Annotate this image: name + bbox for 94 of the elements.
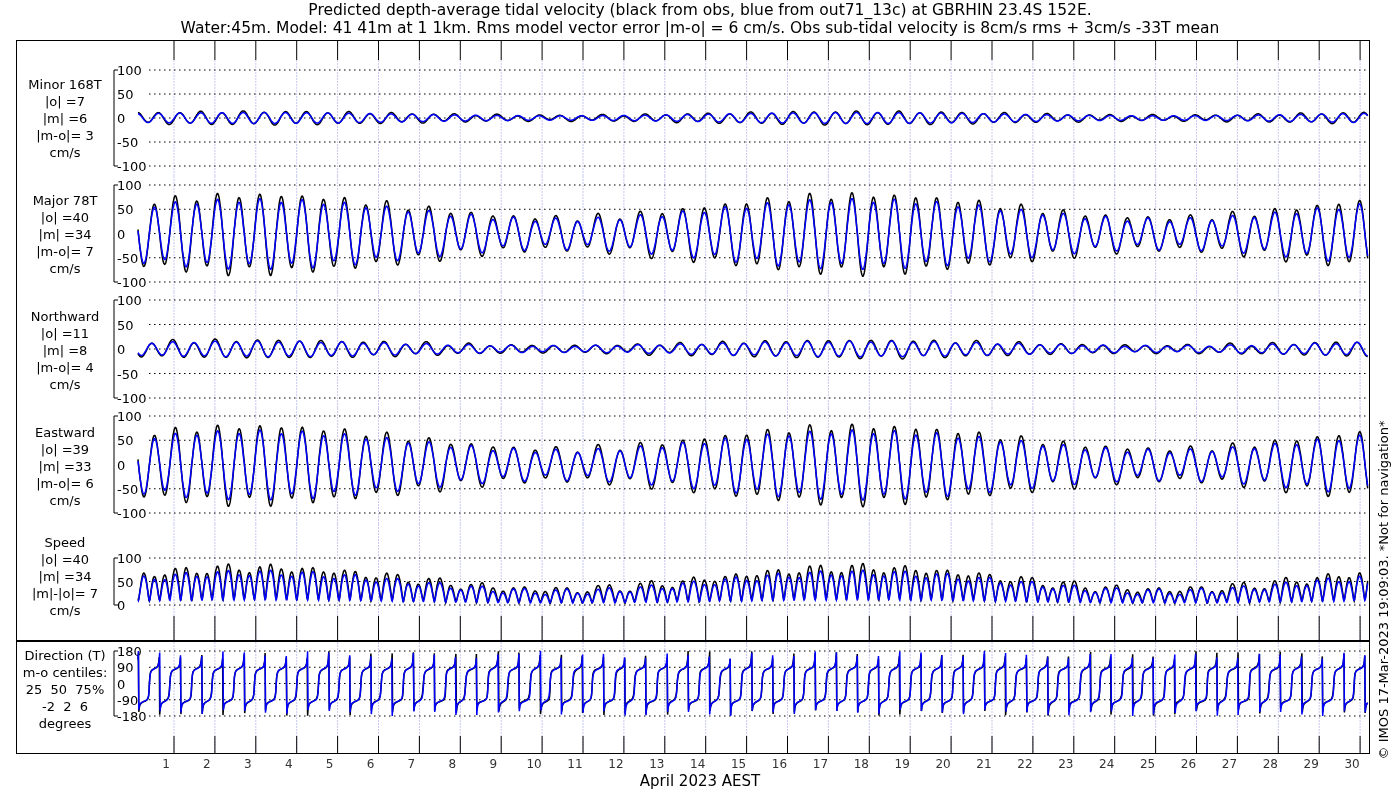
copyright-notice: © IMOS 17-Mar-2023 19:09:03. *Not for navigation* xyxy=(1375,420,1391,760)
y-tick-label: 50 xyxy=(117,87,134,102)
panel-label: Major 78T xyxy=(32,191,98,209)
panel-label: cm/s xyxy=(49,601,81,619)
panel-label: |o| =7 xyxy=(45,92,85,110)
panel-label: |m| =34 xyxy=(38,567,92,585)
y-tick-label: -50 xyxy=(117,250,139,266)
day-label: 12 xyxy=(608,757,624,771)
day-label: 28 xyxy=(1262,757,1278,771)
day-label: 11 xyxy=(567,757,583,771)
day-label: 6 xyxy=(366,757,375,771)
panel-label: cm/s xyxy=(49,143,81,161)
day-label: 24 xyxy=(1099,757,1115,771)
y-tick-label: 0 xyxy=(117,342,126,357)
y-tick-label: 0 xyxy=(117,457,126,473)
day-label: 26 xyxy=(1180,757,1197,771)
panel-label: |m-o|= 3 xyxy=(36,126,94,144)
day-label: 27 xyxy=(1221,757,1238,771)
y-axis-bracket xyxy=(113,557,119,606)
day-label: 20 xyxy=(935,757,951,771)
chart-title: Water:45m. Model: 41 41m at 1 1km. Rms model vector error |m-o| = 6 cm/s. Obs sub-tidal velocity is 8cm/s rms + 3cm/s -33T mean xyxy=(180,19,1220,37)
panel-label: -2 2 6 xyxy=(41,698,88,715)
day-label: 9 xyxy=(489,757,497,771)
day-label: 10 xyxy=(526,757,542,771)
panel-label: |m-o|= 7 xyxy=(36,242,94,260)
day-label: 21 xyxy=(976,757,992,771)
panel-label: |o| =40 xyxy=(40,208,90,226)
panel-label: |m| =8 xyxy=(42,341,88,359)
y-tick-label: 100 xyxy=(117,293,142,308)
y-tick-label: 90 xyxy=(117,660,134,676)
panel-label: |m-o|= 4 xyxy=(36,358,94,376)
y-tick-label: -90 xyxy=(117,692,139,708)
day-label: 16 xyxy=(771,757,788,771)
day-label: 30 xyxy=(1344,757,1360,771)
axis-title: April 2023 AEST xyxy=(638,772,762,790)
y-tick-label: -180 xyxy=(117,709,147,724)
y-tick-label: 50 xyxy=(117,433,134,449)
day-label: 4 xyxy=(284,757,293,771)
y-tick-label: 100 xyxy=(117,63,142,78)
panel-label: |m|-|o|= 7 xyxy=(31,584,99,602)
panel-label: |o| =40 xyxy=(40,550,90,568)
panel-label: 25 50 75% xyxy=(25,681,105,698)
day-label: 13 xyxy=(649,757,665,771)
y-tick-label: 50 xyxy=(117,317,134,333)
day-label: 19 xyxy=(894,757,910,771)
day-label: 5 xyxy=(325,757,334,771)
y-tick-label: -100 xyxy=(117,391,147,406)
day-label: 3 xyxy=(244,757,252,771)
y-tick-label: 0 xyxy=(117,598,126,613)
y-tick-label: 100 xyxy=(117,178,142,193)
panel-label: |m| =34 xyxy=(38,225,92,243)
y-tick-label: -50 xyxy=(117,366,139,382)
day-label: 1 xyxy=(162,757,170,771)
y-tick-label: 50 xyxy=(117,574,134,590)
day-label: 18 xyxy=(853,757,869,771)
day-label: 14 xyxy=(690,757,706,771)
panel-label: cm/s xyxy=(49,491,81,509)
y-tick-label: 100 xyxy=(117,551,142,566)
panel-label: Eastward xyxy=(35,423,95,441)
panel-label: m-o centiles: xyxy=(22,664,108,681)
day-label: 8 xyxy=(448,757,457,771)
y-tick-label: -100 xyxy=(117,506,147,521)
day-label: 25 xyxy=(1139,757,1156,771)
day-label: 29 xyxy=(1303,757,1319,771)
day-label: 23 xyxy=(1058,757,1074,771)
y-tick-label: 180 xyxy=(117,644,142,659)
day-label: 7 xyxy=(407,757,416,771)
y-tick-label: -50 xyxy=(117,135,139,150)
panel-label: |m-o|= 6 xyxy=(36,474,94,492)
y-tick-label: -50 xyxy=(117,481,139,497)
y-tick-label: 0 xyxy=(117,111,126,126)
panel-label: Speed xyxy=(44,533,86,551)
panel-label: |o| =11 xyxy=(40,324,90,342)
panel-label: cm/s xyxy=(49,375,81,393)
y-tick-label: 50 xyxy=(117,202,134,218)
panel-label: degrees xyxy=(38,715,92,732)
panel-label: Direction (T) xyxy=(24,647,106,664)
panel-label: cm/s xyxy=(49,259,81,277)
panel-label: Minor 168T xyxy=(28,75,102,93)
chart-title: Predicted depth-average tidal velocity (black from obs, blue from out71_13c) at GBRHIN 23.4S 152E. xyxy=(308,1,1092,19)
y-tick-label: -100 xyxy=(117,159,147,174)
panel-label: |m| =6 xyxy=(42,109,88,127)
panel-label: Northward xyxy=(30,307,100,325)
day-label: 22 xyxy=(1017,757,1033,771)
day-label: 2 xyxy=(203,757,211,771)
y-tick-label: -100 xyxy=(117,275,147,290)
y-tick-label: 100 xyxy=(117,409,142,424)
y-tick-label: 0 xyxy=(117,676,126,692)
day-label: 17 xyxy=(812,757,829,771)
panel-label: |o| =39 xyxy=(40,440,90,458)
y-tick-label: 0 xyxy=(117,226,126,242)
panel-label: |m| =33 xyxy=(38,457,92,475)
y-axis-bracket xyxy=(113,650,119,717)
day-label: 15 xyxy=(730,757,747,771)
